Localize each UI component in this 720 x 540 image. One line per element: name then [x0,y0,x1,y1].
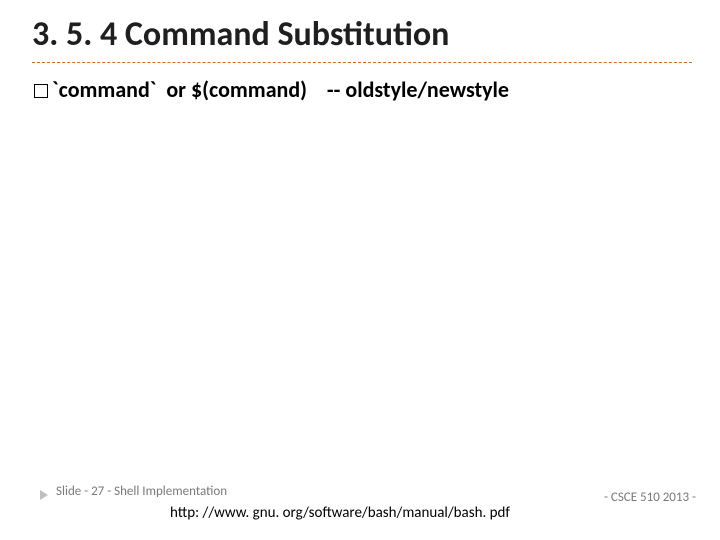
style-comment: -- oldstyle/newstyle [307,76,509,103]
footer-url: http: //www. gnu. org/software/bash/manu… [170,504,510,522]
body-line: `command` or $(command) -- oldstyle/news… [34,76,509,103]
code-backtick: `command` [52,76,156,103]
slide-number-label: Slide - 27 - Shell Implementation [56,484,227,499]
footer: Slide - 27 - Shell Implementation http: … [0,482,720,524]
course-label: - CSCE 510 2013 - [601,490,696,505]
code-alt: or $(command) [156,76,307,103]
arrow-right-icon [40,490,48,500]
title-divider [32,62,692,63]
slide-title: 3. 5. 4 Command Substitution [32,14,449,55]
bullet-box-icon [34,84,48,98]
